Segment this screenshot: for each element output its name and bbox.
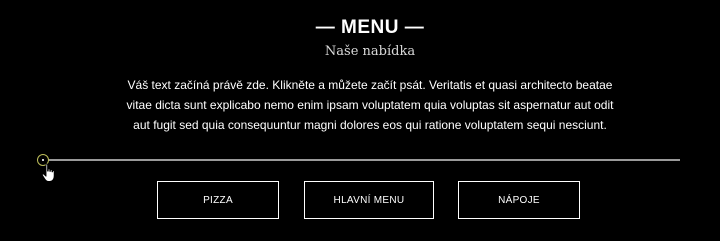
menu-section: — MENU — Naše nabídka Váš text začíná pr… xyxy=(0,0,720,241)
drinks-button[interactable]: NÁPOJE xyxy=(458,181,580,219)
menu-buttons: PIZZA HLAVNÍ MENU NÁPOJE xyxy=(0,181,720,219)
divider-line[interactable] xyxy=(44,159,680,161)
section-title: — MENU — xyxy=(315,17,425,38)
main-menu-button[interactable]: HLAVNÍ MENU xyxy=(304,181,434,219)
section-subtitle: Naše nabídka xyxy=(324,44,416,59)
hand-cursor-icon xyxy=(41,163,55,182)
pizza-button[interactable]: PIZZA xyxy=(157,181,279,219)
body-text[interactable]: Váš text začíná právě zde. Klikněte a mů… xyxy=(120,75,620,135)
